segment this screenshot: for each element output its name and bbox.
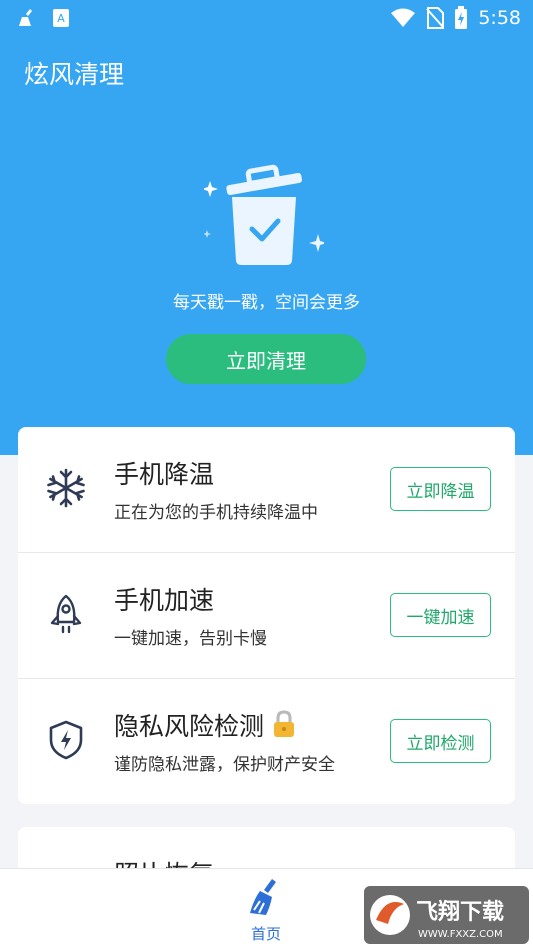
- feature-title: 手机加速: [114, 586, 215, 615]
- hero-slogan: 每天戳一戳，空间会更多: [173, 293, 360, 313]
- feature-row-privacy[interactable]: 隐私风险检测 谨防隐私泄露，保护财产安全 立即检测: [18, 678, 515, 803]
- boost-now-button[interactable]: 一键加速: [390, 593, 491, 637]
- feature-card: 手机降温 正在为您的手机持续降温中 立即降温 手机加速 一键加速，告别卡慢 一键…: [18, 427, 515, 804]
- cooldown-now-button[interactable]: 立即降温: [390, 467, 491, 511]
- watermark-title: 飞翔下载: [416, 899, 504, 925]
- status-bar: A 5:58: [0, 0, 533, 38]
- status-time: 5:58: [478, 7, 521, 29]
- app-title: 炫风清理: [24, 60, 125, 89]
- snowflake-icon: [47, 468, 85, 508]
- battery-charging-icon: [455, 6, 468, 29]
- feature-title: 隐私风险检测: [114, 707, 296, 743]
- feature-row-boost[interactable]: 手机加速 一键加速，告别卡慢 一键加速: [18, 552, 515, 677]
- feature-title: 手机降温: [114, 460, 215, 489]
- broom-icon: [19, 9, 32, 26]
- no-sim-icon: [426, 7, 445, 29]
- wifi-icon: [391, 8, 416, 27]
- rocket-icon: [50, 594, 82, 634]
- feature-subtitle: 谨防隐私泄露，保护财产安全: [114, 755, 335, 775]
- app-store-icon: A: [53, 9, 69, 27]
- clean-now-button[interactable]: 立即清理: [166, 334, 366, 384]
- shield-icon: [49, 720, 83, 760]
- feature-subtitle: 一键加速，告别卡慢: [114, 629, 267, 649]
- feature-title-text: 隐私风险检测: [114, 712, 265, 741]
- broom-icon: [250, 879, 276, 915]
- feature-subtitle: 正在为您的手机持续降温中: [114, 503, 318, 523]
- feature-row-cooldown[interactable]: 手机降温 正在为您的手机持续降温中 立即降温: [18, 427, 515, 552]
- watermark-url: WWW.FXXZ.COM: [418, 929, 503, 940]
- svg-text:A: A: [57, 12, 65, 25]
- detect-now-button[interactable]: 立即检测: [390, 719, 491, 763]
- trash-can-icon: [204, 164, 324, 265]
- nav-home-label: 首页: [250, 925, 281, 943]
- nav-home-tab[interactable]: 首页: [236, 877, 296, 945]
- lock-icon: [274, 710, 295, 737]
- site-watermark: 飞翔下载 WWW.FXXZ.COM: [364, 886, 529, 944]
